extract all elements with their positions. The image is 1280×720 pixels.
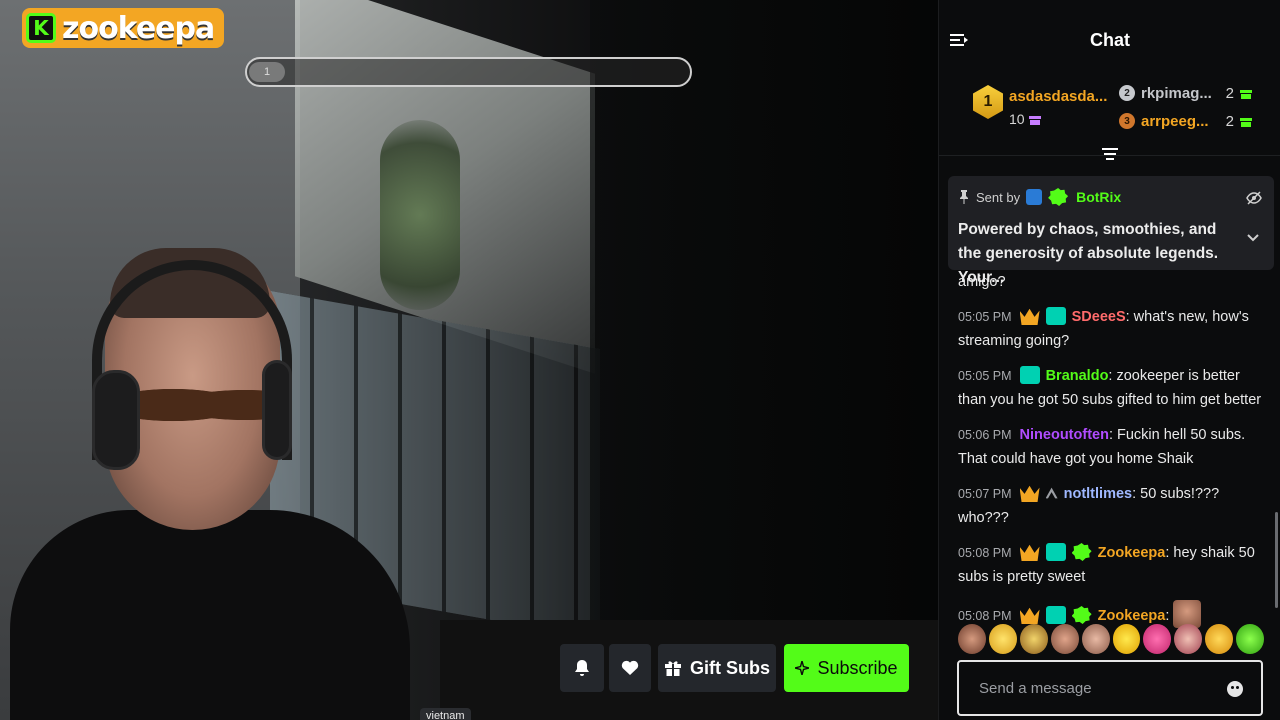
sent-by-label: Sent by: [976, 189, 1021, 205]
emoji-picker-icon[interactable]: [1227, 681, 1243, 697]
emote-icon[interactable]: [1019, 624, 1048, 654]
og-badge-icon: [1019, 366, 1040, 384]
location-tag[interactable]: vietnam: [420, 708, 471, 720]
leaderboard-user-3: arrpeeg...: [1141, 112, 1209, 130]
video-player[interactable]: K zookeepa 1 Gift Subs Subscribe vietnam: [0, 0, 938, 720]
og-badge-icon: [1045, 606, 1066, 624]
message-username[interactable]: Zookeepa: [1098, 545, 1166, 561]
rank-3-icon: 3: [1119, 113, 1135, 129]
emote-icon[interactable]: [1205, 624, 1234, 654]
verified-icon: [1048, 188, 1069, 206]
crown-icon: [1019, 485, 1040, 502]
message-text: :: [1165, 608, 1170, 624]
chat-messages: amigo? 05:05 PM SDeeeS: what's new, how'…: [958, 270, 1263, 639]
brand-name: zookeepa: [62, 10, 215, 46]
emote-icon[interactable]: [1081, 624, 1110, 654]
message-time: 05:05 PM: [958, 310, 1012, 324]
scroll-to-bottom-icon[interactable]: [1101, 145, 1119, 163]
crown-icon: [1019, 544, 1040, 561]
message-text: amigo?: [958, 274, 1006, 290]
emote-icon[interactable]: [1174, 624, 1203, 654]
message-time: 05:05 PM: [958, 369, 1012, 383]
pin-icon: [960, 190, 968, 204]
emote-icon[interactable]: [1050, 624, 1079, 654]
chat-input-box[interactable]: [957, 660, 1263, 716]
leaderboard-row-3[interactable]: 3 arrpeeg... 2: [1119, 111, 1252, 131]
leaderboard-count-value: 10: [1009, 111, 1025, 127]
eye-off-icon[interactable]: [1246, 190, 1262, 206]
overlay-goal-fill: 1: [249, 62, 285, 82]
emote-icon[interactable]: [1112, 624, 1141, 654]
gift-subs-label: Gift Subs: [690, 657, 770, 678]
kick-logo-icon: K: [26, 13, 56, 43]
list-item: 05:07 PM notltlimes: 50 subs!??? who???: [958, 482, 1263, 530]
gift-subs-button[interactable]: Gift Subs: [658, 644, 776, 692]
crown-icon: [1019, 607, 1040, 624]
chevron-up-icon: [1045, 487, 1058, 499]
leaderboard-row-2[interactable]: 2 rkpimag... 2: [1119, 83, 1252, 103]
notify-button[interactable]: [560, 644, 604, 692]
og-badge-icon: [1045, 543, 1066, 561]
message-username[interactable]: SDeeeS: [1072, 309, 1126, 325]
leaderboard-user-2: rkpimag...: [1141, 84, 1212, 102]
overlay-goal-bar: 1: [245, 57, 692, 87]
follow-button[interactable]: [609, 644, 651, 692]
verified-icon: [1071, 543, 1092, 561]
video-background-curtain: [590, 0, 938, 720]
chat-title: Chat: [1090, 29, 1130, 50]
heart-icon: [621, 660, 639, 675]
leaderboard-count-1: 10: [1009, 111, 1041, 127]
emote-icon[interactable]: [1143, 624, 1172, 654]
leaderboard-count-2: 2: [1225, 84, 1234, 102]
webcam-streamer: [0, 248, 420, 720]
message-time: 05:08 PM: [958, 609, 1012, 623]
list-item: 05:05 PM SDeeeS: what's new, how's strea…: [958, 305, 1263, 353]
chat-scrollbar[interactable]: [1275, 512, 1278, 608]
emote-quick-bar: [958, 624, 1265, 654]
message-time: 05:08 PM: [958, 546, 1012, 560]
subscribe-button[interactable]: Subscribe: [784, 644, 909, 692]
leaderboard-user-1[interactable]: asdasdasda...: [1009, 88, 1107, 105]
rank-1-badge: 1: [973, 85, 1003, 119]
og-badge-icon: [1045, 307, 1066, 325]
gift-icon: [1028, 116, 1041, 125]
emote-icon[interactable]: [988, 624, 1017, 654]
stream-page: K zookeepa 1 Gift Subs Subscribe vietnam: [0, 0, 1280, 720]
chevron-down-icon[interactable]: [1246, 230, 1260, 244]
rank-1-icon: 1: [973, 85, 1003, 119]
collapse-chat-icon[interactable]: [949, 30, 969, 50]
verified-icon: [1071, 606, 1092, 624]
sparkle-icon: [795, 661, 810, 675]
pinned-author[interactable]: BotRix: [1076, 189, 1121, 205]
list-item: 05:06 PM Nineoutoften: Fuckin hell 50 su…: [958, 423, 1263, 471]
message-time: 05:06 PM: [958, 428, 1012, 442]
list-item: amigo?: [958, 270, 1263, 294]
gift-icon: [1240, 90, 1252, 99]
pinned-header: Sent by BotRix: [958, 188, 1121, 206]
gift-icon: [665, 661, 681, 676]
subscribe-label: Subscribe: [817, 657, 898, 678]
pinned-message[interactable]: Sent by BotRix Powered by chaos, smoothi…: [948, 176, 1274, 286]
message-username[interactable]: Branaldo: [1046, 368, 1109, 384]
bell-icon: [575, 660, 589, 676]
gift-icon: [1240, 118, 1252, 127]
emote-icon[interactable]: [1236, 624, 1265, 654]
crown-icon: [1019, 308, 1040, 325]
message-username[interactable]: notltlimes: [1064, 486, 1132, 502]
bot-icon: [1026, 189, 1043, 205]
list-item: 05:05 PM Branaldo: zookeeper is better t…: [958, 364, 1263, 412]
message-username[interactable]: Nineoutoften: [1020, 427, 1109, 443]
message-username[interactable]: Zookeepa: [1098, 608, 1166, 624]
chat-message-input[interactable]: [979, 676, 1219, 700]
message-time: 05:07 PM: [958, 487, 1012, 501]
chat-panel: Chat 1 asdasdasda... 10 2 rkpimag... 2 3…: [938, 0, 1280, 720]
list-item: 05:08 PM Zookeepa: hey shaik 50 subs is …: [958, 541, 1263, 589]
chat-header: Chat: [939, 0, 1280, 80]
rank-2-icon: 2: [1119, 85, 1135, 101]
emote-icon[interactable]: [958, 624, 986, 654]
streamer-logo: K zookeepa: [22, 8, 225, 48]
leaderboard-count-3: 2: [1225, 112, 1234, 130]
